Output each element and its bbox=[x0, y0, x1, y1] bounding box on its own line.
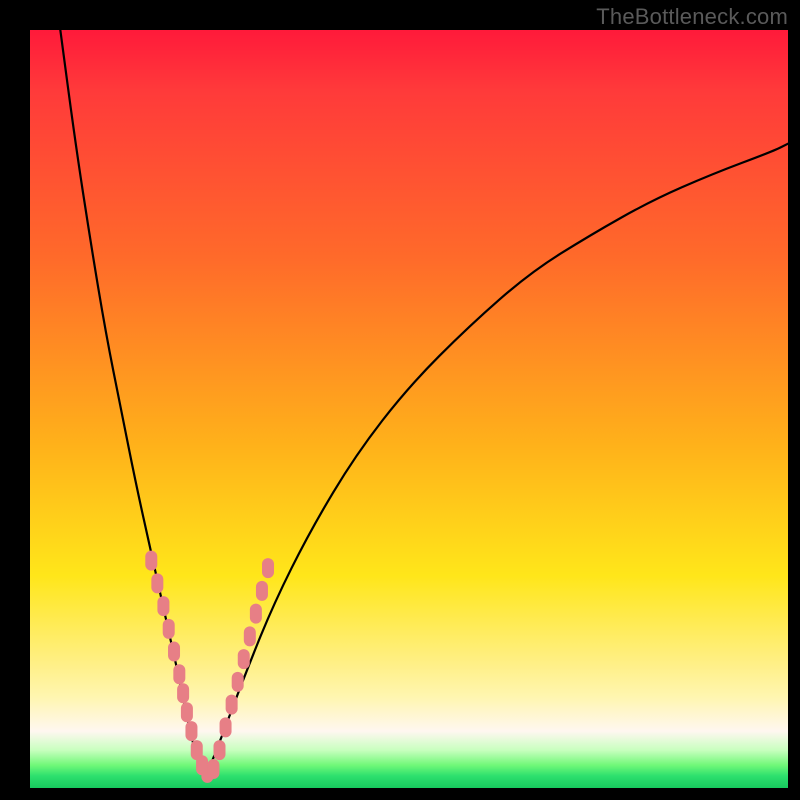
plot-area bbox=[30, 30, 788, 788]
bottleneck-curve-right-arm bbox=[204, 144, 788, 781]
data-marker bbox=[256, 581, 268, 601]
curves-svg bbox=[30, 30, 788, 788]
data-marker bbox=[163, 619, 175, 639]
data-marker bbox=[226, 695, 238, 715]
data-marker bbox=[244, 626, 256, 646]
data-marker bbox=[185, 721, 197, 741]
data-marker bbox=[181, 702, 193, 722]
watermark-text: TheBottleneck.com bbox=[596, 4, 788, 30]
data-marker bbox=[151, 573, 163, 593]
data-marker bbox=[220, 717, 232, 737]
data-marker bbox=[250, 604, 262, 624]
chart-frame: TheBottleneck.com bbox=[0, 0, 800, 800]
data-marker bbox=[262, 558, 274, 578]
data-marker bbox=[232, 672, 244, 692]
data-marker bbox=[214, 740, 226, 760]
data-marker bbox=[177, 683, 189, 703]
data-marker bbox=[145, 551, 157, 571]
data-marker bbox=[207, 759, 219, 779]
data-marker bbox=[157, 596, 169, 616]
data-marker bbox=[173, 664, 185, 684]
data-marker bbox=[238, 649, 250, 669]
data-marker bbox=[168, 642, 180, 662]
